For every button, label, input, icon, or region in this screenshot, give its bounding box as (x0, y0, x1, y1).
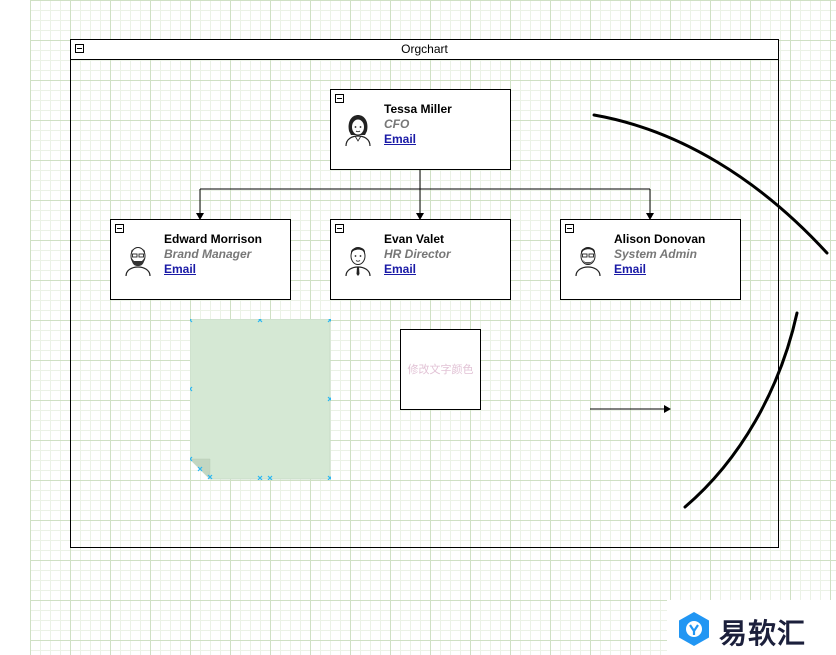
person-role: System Admin (614, 247, 697, 261)
collapse-icon[interactable] (115, 224, 124, 233)
person-role: Brand Manager (164, 247, 252, 261)
email-link[interactable]: Email (614, 262, 646, 276)
woman-avatar-icon (345, 115, 371, 147)
glasses-man-avatar-icon (575, 247, 601, 277)
sticky-note-shape[interactable] (190, 319, 331, 480)
card-alison-donovan[interactable]: Alison Donovan System Admin Email (560, 219, 741, 300)
man-tie-avatar-icon (345, 247, 371, 277)
person-name: Edward Morrison (164, 232, 263, 246)
email-link[interactable]: Email (384, 132, 416, 146)
freehand-curve-lower (683, 311, 799, 509)
email-link[interactable]: Email (384, 262, 416, 276)
arrowhead-free (664, 405, 671, 413)
person-role: CFO (384, 117, 410, 131)
card-edward-morrison[interactable]: Edward Morrison Brand Manager Email (110, 219, 291, 300)
brand-watermark: 易软汇 (667, 600, 836, 655)
note-text: 修改文字颜色 (407, 364, 474, 376)
collapse-icon[interactable] (565, 224, 574, 233)
card-tessa-miller[interactable]: Tessa Miller CFO Email (330, 89, 511, 170)
email-link[interactable]: Email (164, 262, 196, 276)
card-evan-valet[interactable]: Evan Valet HR Director Email (330, 219, 511, 300)
brand-text: 易软汇 (719, 617, 807, 650)
text-note-box[interactable]: 修改文字颜色 (400, 329, 481, 410)
person-name: Alison Donovan (614, 232, 706, 246)
collapse-icon[interactable] (335, 224, 344, 233)
person-name: Evan Valet (384, 232, 445, 246)
collapse-icon[interactable] (335, 94, 344, 103)
bearded-man-avatar-icon (125, 247, 151, 277)
person-role: HR Director (384, 247, 451, 261)
person-name: Tessa Miller (384, 102, 452, 116)
hexagon-logo-icon (679, 612, 709, 646)
